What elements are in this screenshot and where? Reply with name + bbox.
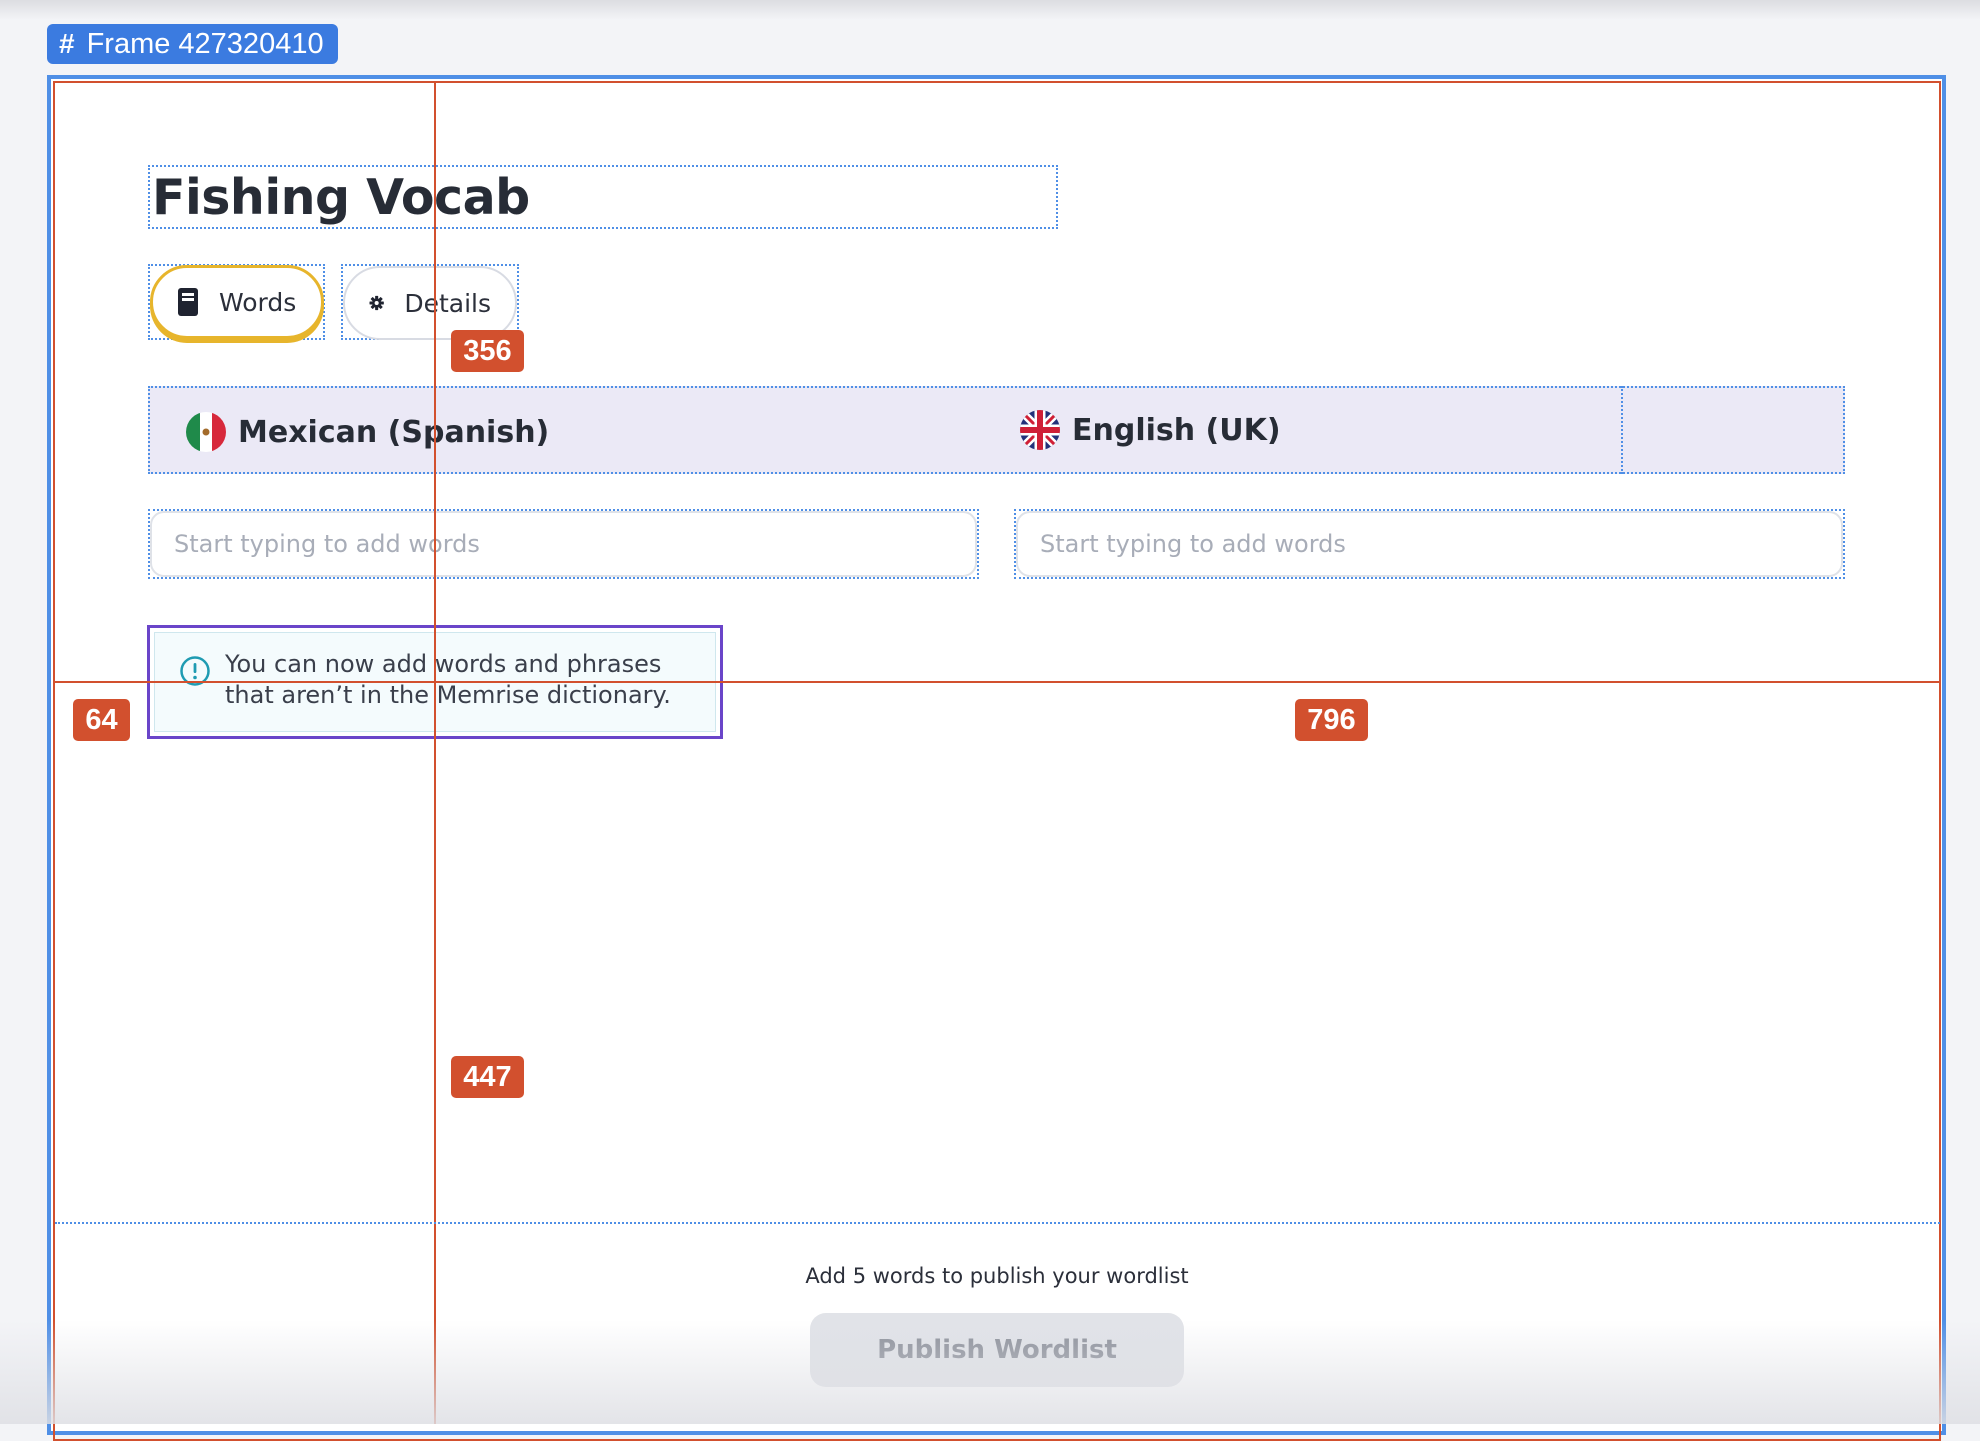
- publish-wordlist-button[interactable]: Publish Wordlist: [810, 1313, 1184, 1387]
- tab-details-label: Details: [404, 288, 491, 318]
- target-word-field-bounds: [1014, 509, 1845, 579]
- frame-name: Frame 427320410: [86, 27, 324, 60]
- target-language[interactable]: English (UK): [1020, 410, 1281, 450]
- measure-badge-top: 356: [451, 330, 524, 372]
- footer-divider: [55, 1222, 1940, 1224]
- language-header-divider: [1621, 386, 1623, 474]
- tab-words-bounds: Words: [148, 264, 325, 340]
- uk-flag-icon: [1020, 410, 1060, 450]
- tip-line-2: that aren’t in the Memrise dictionary.: [225, 681, 671, 709]
- mexico-flag-icon: [186, 412, 226, 452]
- tab-words-label: Words: [219, 287, 297, 317]
- measure-badge-bottom: 447: [451, 1056, 524, 1098]
- tab-details[interactable]: Details: [343, 266, 517, 340]
- tip-line-1: You can now add words and phrases: [225, 650, 662, 678]
- target-language-label: English (UK): [1072, 412, 1281, 448]
- publish-requirement-note: Add 5 words to publish your wordlist: [805, 1264, 1189, 1288]
- window-top-edge: [0, 0, 1980, 20]
- source-word-field-bounds: [148, 509, 979, 579]
- target-word-input[interactable]: [1016, 511, 1843, 577]
- tab-details-bounds: Details: [341, 264, 519, 340]
- source-language[interactable]: Mexican (Spanish): [186, 412, 549, 452]
- hash-icon: #: [59, 28, 75, 59]
- gear-icon: [369, 295, 384, 311]
- source-language-label: Mexican (Spanish): [238, 414, 550, 450]
- page-title[interactable]: Fishing Vocab: [152, 169, 530, 226]
- tab-words[interactable]: Words: [150, 265, 324, 339]
- measure-guide-horizontal: [55, 681, 1939, 683]
- frame-measure-border: [53, 81, 1941, 1441]
- measure-badge-right: 796: [1295, 699, 1368, 741]
- title-bounds: Fishing Vocab: [148, 165, 1058, 229]
- measure-badge-left: 64: [73, 699, 130, 741]
- frame-label[interactable]: # Frame 427320410: [47, 24, 338, 64]
- book-icon: [178, 288, 198, 316]
- source-word-input[interactable]: [150, 511, 977, 577]
